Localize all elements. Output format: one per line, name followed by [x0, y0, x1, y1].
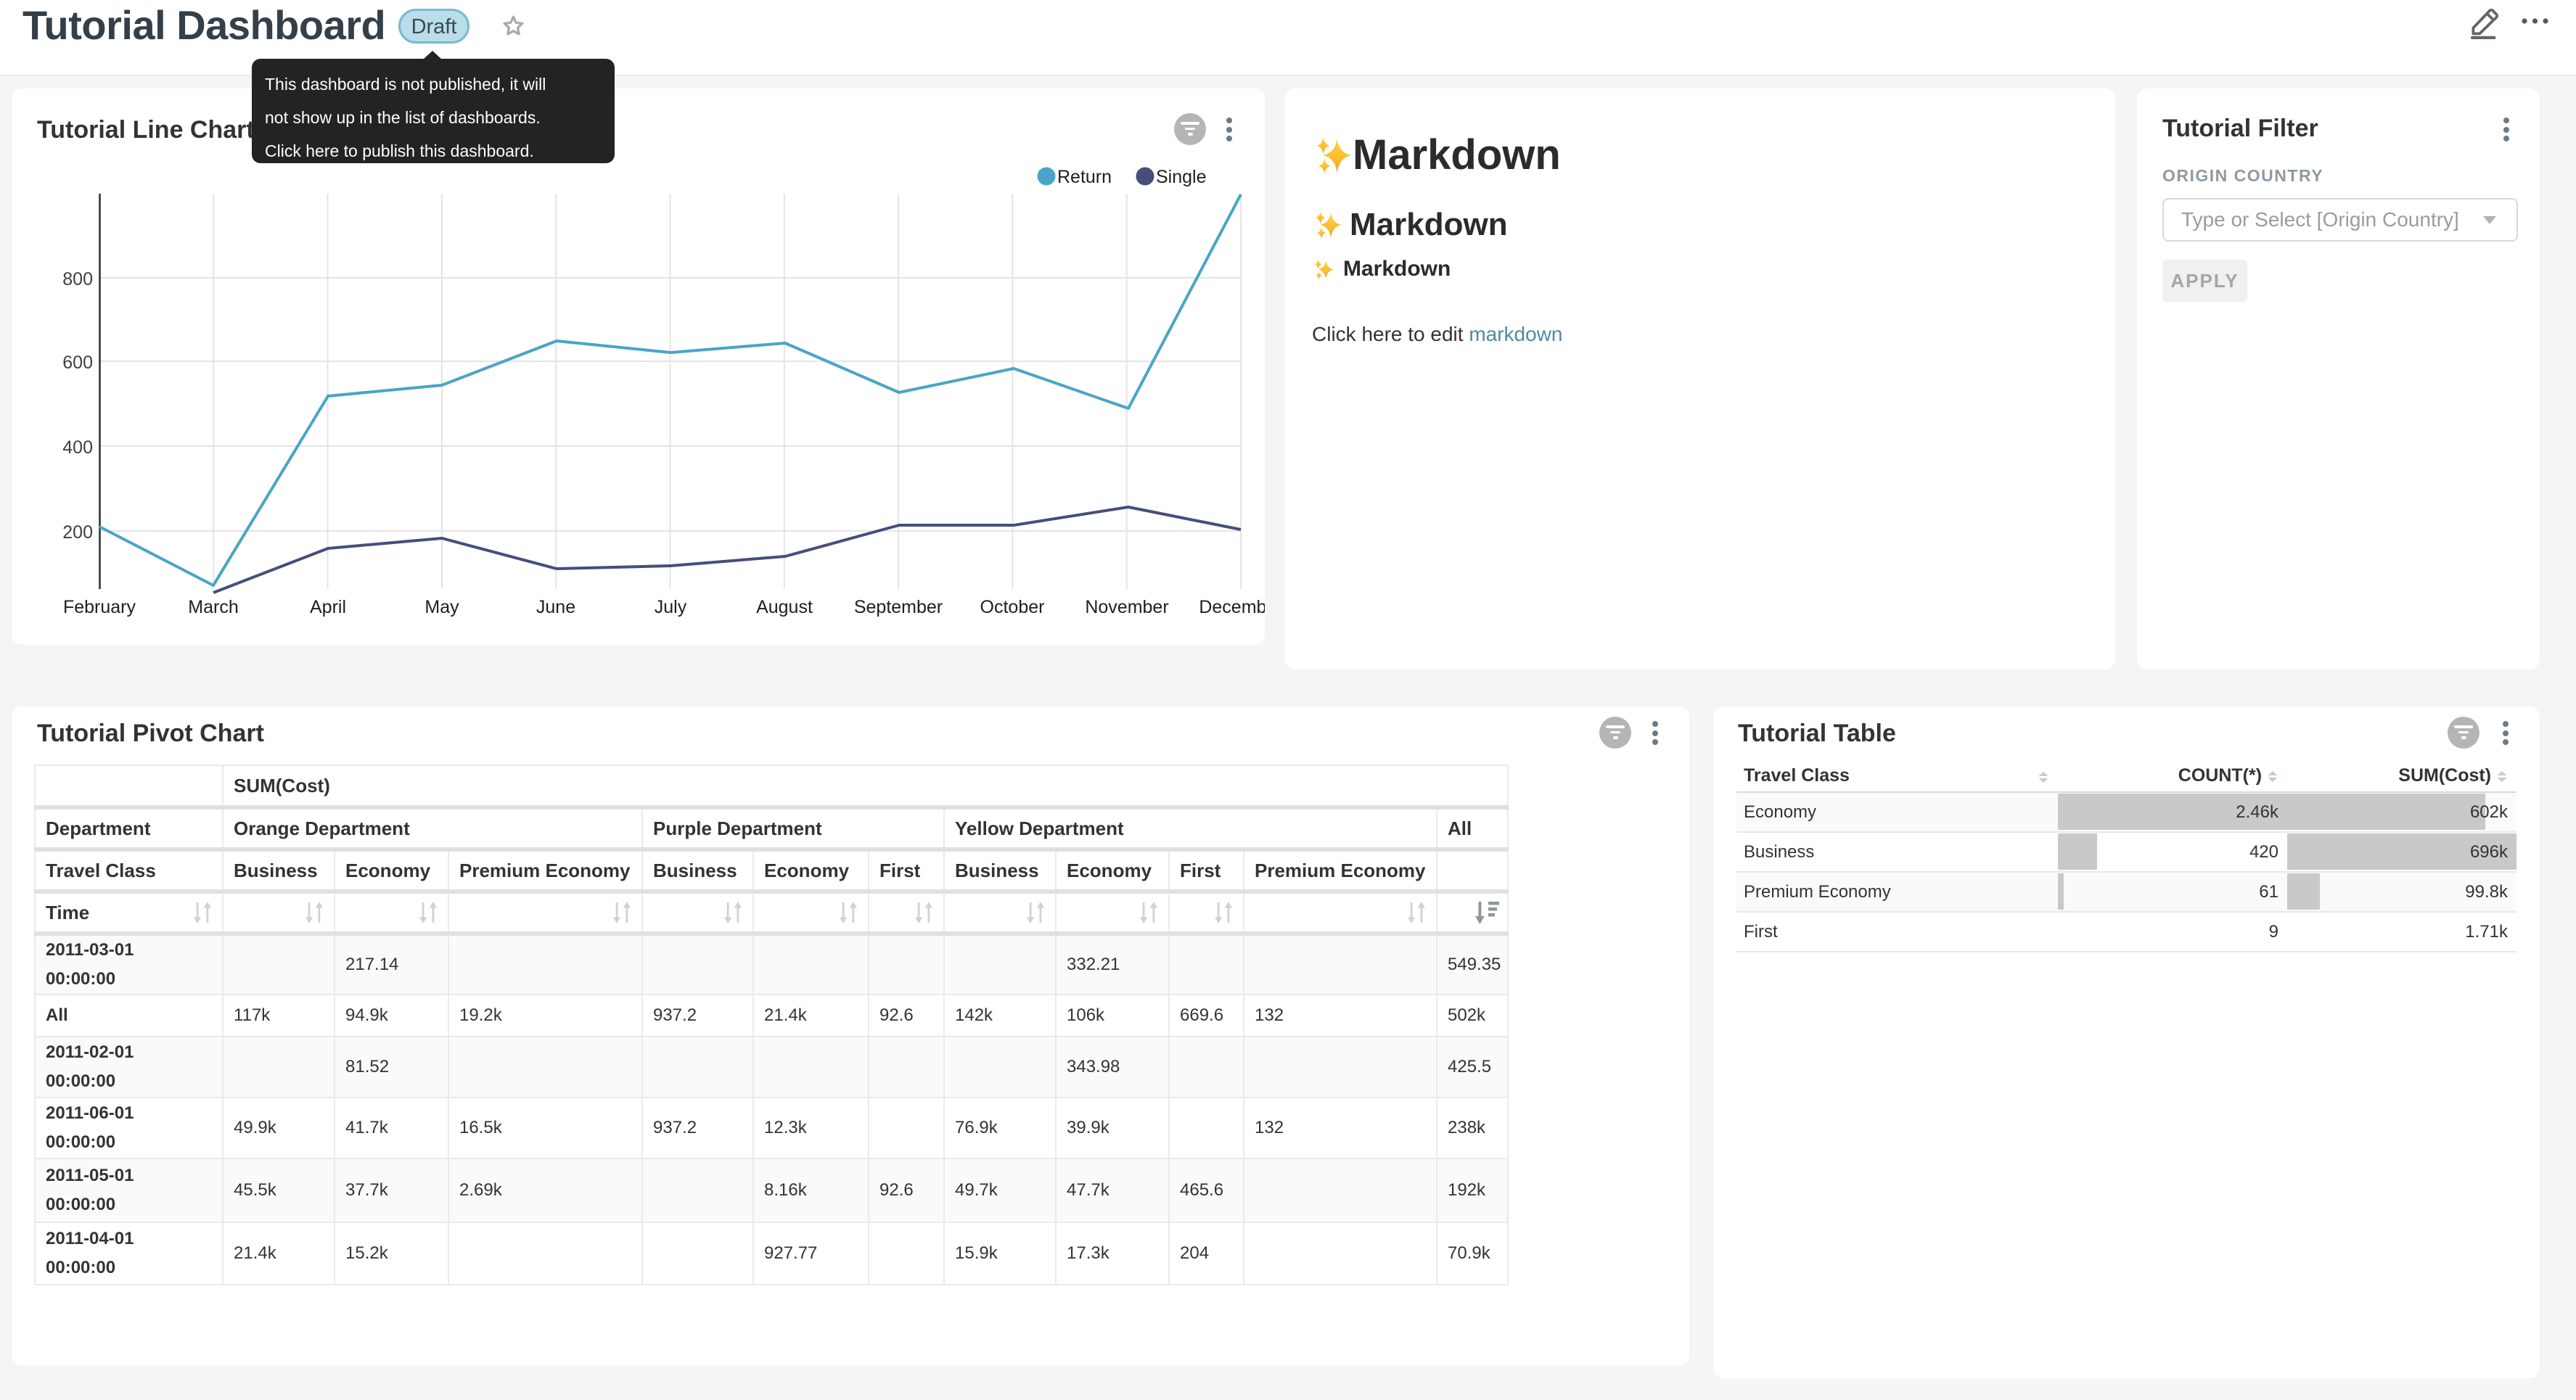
svg-text:200: 200	[62, 522, 93, 543]
svg-text:800: 800	[62, 269, 93, 289]
svg-text:600: 600	[62, 353, 93, 373]
svg-text:July: July	[655, 597, 687, 617]
svg-text:February: February	[63, 597, 136, 617]
svg-text:November: November	[1085, 597, 1168, 617]
svg-text:August: August	[756, 597, 813, 617]
svg-text:400: 400	[62, 437, 93, 458]
svg-text:September: September	[854, 597, 943, 617]
svg-text:April: April	[310, 597, 346, 617]
svg-text:June: June	[536, 597, 575, 617]
svg-text:May: May	[424, 597, 459, 617]
svg-text:Return: Return	[1057, 167, 1112, 187]
svg-text:December: December	[1199, 597, 1265, 617]
svg-text:Single: Single	[1156, 167, 1207, 187]
svg-text:March: March	[188, 597, 238, 617]
svg-text:October: October	[980, 597, 1045, 617]
